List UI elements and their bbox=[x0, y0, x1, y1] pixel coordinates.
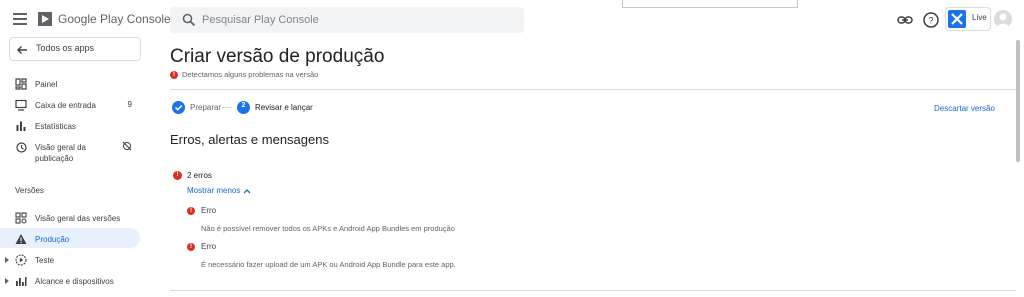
menu-icon[interactable] bbox=[13, 13, 27, 25]
error-icon: ! bbox=[173, 171, 182, 181]
search-bar[interactable] bbox=[170, 7, 524, 33]
errors-section-heading: Erros, alertas e mensagens bbox=[170, 132, 329, 147]
sidebar-item-releases-overview[interactable]: Visão geral das versões bbox=[0, 207, 140, 227]
error-icon: ! bbox=[187, 242, 195, 251]
chart-icon bbox=[16, 277, 27, 286]
show-less-button[interactable]: Mostrar menos bbox=[187, 186, 251, 195]
search-icon bbox=[182, 13, 196, 27]
page-title: Criar versão de produção bbox=[170, 46, 385, 67]
top-bar: Google Play Console ? Live bbox=[0, 0, 1024, 40]
step-label: Revisar e lançar bbox=[255, 103, 313, 112]
sidebar-item-label: Caixa de entrada bbox=[35, 101, 96, 110]
error-count: ! 2 erros bbox=[173, 171, 212, 181]
divider bbox=[170, 290, 1016, 291]
sidebar-item-label: Produção bbox=[35, 235, 70, 244]
all-apps-label: Todos os apps bbox=[36, 43, 95, 53]
error-item-title: ! Erro bbox=[187, 242, 216, 251]
sidebar-item-label: Estatísticas bbox=[35, 122, 76, 131]
inbox-count: 9 bbox=[127, 100, 132, 109]
sidebar-item-label: Visão geral das versões bbox=[35, 214, 121, 223]
all-apps-button[interactable]: Todos os apps bbox=[9, 37, 141, 61]
release-warning: ! Detectamos alguns problemas na versão bbox=[170, 70, 318, 80]
chevron-up-icon bbox=[243, 188, 251, 194]
sidebar-item-publishing-overview[interactable]: Visão geral da publicação bbox=[0, 136, 140, 166]
overview-icon bbox=[15, 212, 27, 224]
error-icon: ! bbox=[187, 206, 195, 215]
sidebar-item-inbox[interactable]: Caixa de entrada 9 bbox=[0, 94, 140, 114]
divider bbox=[170, 89, 1016, 90]
overlay-panel bbox=[622, 0, 798, 8]
expand-arrow-icon[interactable] bbox=[5, 257, 9, 263]
app-icon bbox=[948, 10, 966, 28]
dashboard-icon bbox=[15, 78, 27, 90]
sidebar: Todos os apps Painel Caixa de entrada 9 bbox=[0, 37, 150, 297]
step-label: Preparar bbox=[190, 103, 222, 112]
sidebar-item-testing[interactable]: Teste bbox=[0, 249, 140, 269]
expand-arrow-icon[interactable] bbox=[5, 278, 9, 284]
scrollbar[interactable] bbox=[1016, 40, 1020, 162]
error-icon: ! bbox=[170, 71, 178, 80]
sidebar-item-production[interactable]: Produção bbox=[0, 228, 140, 248]
app-status-label: Live bbox=[972, 13, 987, 22]
sidebar-item-label: Visão geral da publicação bbox=[35, 143, 86, 163]
app-switcher-button[interactable]: Live bbox=[945, 7, 991, 31]
bar-chart-icon bbox=[16, 121, 26, 131]
error-item-title: ! Erro bbox=[187, 206, 216, 215]
brand-name: Google Play Console bbox=[58, 12, 171, 26]
link-icon[interactable] bbox=[896, 11, 914, 29]
sidebar-item-label: Teste bbox=[35, 256, 55, 265]
svg-text:?: ? bbox=[928, 16, 933, 26]
sidebar-item-statistics[interactable]: Estatísticas bbox=[0, 115, 140, 135]
discard-release-button[interactable]: Descartar versão bbox=[934, 104, 995, 113]
error-item-message: Não é possível remover todos os APKs e A… bbox=[201, 224, 455, 233]
releases-section-title: Versões bbox=[15, 186, 44, 195]
sidebar-item-label: Painel bbox=[35, 80, 58, 89]
sync-disabled-icon bbox=[122, 141, 132, 151]
step-number: 2 bbox=[241, 102, 246, 109]
sidebar-item-reach-devices[interactable]: Alcance e dispositivos bbox=[0, 270, 140, 290]
sidebar-item-dashboard[interactable]: Painel bbox=[0, 73, 140, 93]
inbox-icon bbox=[15, 99, 27, 111]
error-item-message: É necessário fazer upload de um APK ou A… bbox=[201, 260, 456, 269]
play-console-app: Google Play Console ? Live bbox=[0, 0, 1024, 297]
play-circle-icon bbox=[15, 254, 27, 266]
sidebar-item-label: Alcance e dispositivos bbox=[35, 277, 114, 286]
help-icon[interactable]: ? bbox=[922, 11, 940, 29]
avatar[interactable] bbox=[994, 10, 1012, 28]
main-content: Criar versão de produção ! Detectamos alg… bbox=[170, 40, 1016, 297]
play-console-logo-icon bbox=[38, 12, 52, 26]
step-connector bbox=[222, 107, 232, 108]
warning-triangle-icon bbox=[15, 234, 27, 244]
check-icon bbox=[172, 101, 185, 114]
search-input[interactable] bbox=[202, 7, 512, 33]
arrow-back-icon bbox=[17, 46, 27, 54]
history-icon bbox=[16, 142, 27, 153]
